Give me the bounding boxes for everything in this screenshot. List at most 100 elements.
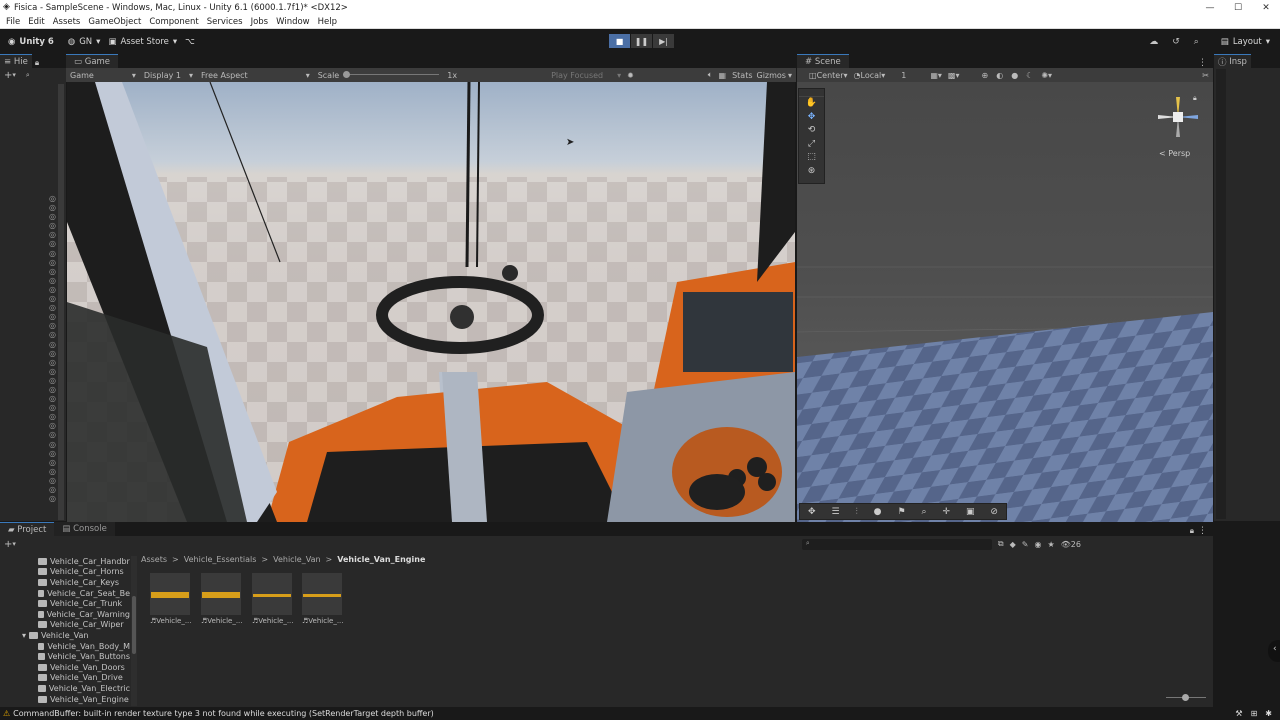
menu-services[interactable]: Services xyxy=(207,17,243,27)
folder-item[interactable]: Vehicle_Van_Doors xyxy=(20,662,130,673)
overlay-settings-icon[interactable]: ⊘ xyxy=(990,507,998,517)
menu-jobs[interactable]: Jobs xyxy=(251,17,269,27)
menu-gameobject[interactable]: GameObject xyxy=(88,17,141,27)
tab-scene[interactable]: # Scene xyxy=(797,54,849,68)
layout-dropdown[interactable]: ▤ Layout ▾ xyxy=(1221,37,1270,47)
folder-item[interactable]: Vehicle_Van_Body_M xyxy=(20,641,130,652)
filter-label-icon[interactable]: ◆ xyxy=(1010,540,1016,549)
audio-asset[interactable]: ♬Vehicle_... xyxy=(252,573,294,625)
thumbnail-size-handle[interactable] xyxy=(1182,694,1189,701)
tab-inspector[interactable]: ⓘ Insp xyxy=(1214,54,1251,68)
tree-scrollbar[interactable] xyxy=(131,556,137,706)
aspect-dropdown[interactable]: Free Aspect ▾ xyxy=(201,71,310,80)
overlay-graph-icon[interactable]: ⫶ xyxy=(855,507,857,517)
space-dropdown[interactable]: ◔Local▾ xyxy=(854,71,886,80)
audio-icon[interactable]: 🔈︎ xyxy=(708,70,713,80)
pivot-dropdown[interactable]: ◫Center▾ xyxy=(809,71,848,80)
scale-slider-handle[interactable] xyxy=(343,71,351,78)
tag-icon[interactable]: ✎ xyxy=(1022,540,1029,549)
gizmos-icon[interactable]: ✂ xyxy=(1202,71,1209,80)
overlay-search-icon[interactable]: ⌕ xyxy=(921,507,926,517)
chevron-down-icon[interactable]: ▾ xyxy=(22,631,26,640)
hierarchy-scrollbar[interactable] xyxy=(58,84,64,520)
folder-item[interactable]: Vehicle_Car_Horns xyxy=(20,567,130,578)
menu-file[interactable]: File xyxy=(6,17,20,27)
menu-help[interactable]: Help xyxy=(318,17,337,27)
stop-button[interactable]: ■ xyxy=(609,34,630,48)
breadcrumb-assets[interactable]: Assets xyxy=(141,555,167,564)
play-focused-dropdown[interactable]: Play Focused ▾ xyxy=(551,71,621,80)
breadcrumb-vehicle-van[interactable]: Vehicle_Van xyxy=(273,555,320,564)
add-icon[interactable]: + xyxy=(4,70,12,81)
project-search-input[interactable]: ⌕ xyxy=(801,538,992,550)
minimize-icon[interactable]: — xyxy=(1196,3,1224,13)
folder-item[interactable]: Vehicle_Car_Handbr xyxy=(20,556,130,567)
thumbnail-size-slider[interactable] xyxy=(1166,694,1206,701)
effects-icon[interactable]: ✺▾ xyxy=(1041,71,1052,80)
maximize-icon[interactable]: ☐ xyxy=(1224,3,1252,13)
eye-icon[interactable]: ◉ xyxy=(1034,540,1041,549)
more-options-icon[interactable]: ⋮ xyxy=(1198,58,1207,68)
tab-game[interactable]: ▭ Game xyxy=(66,54,119,68)
account-button[interactable]: ◍ GN ▾ xyxy=(68,37,101,47)
scale-tool-icon[interactable]: ⤢ xyxy=(799,138,824,152)
menu-assets[interactable]: Assets xyxy=(53,17,81,27)
scale-slider[interactable] xyxy=(343,70,440,80)
overlay-sphere-icon[interactable]: ● xyxy=(874,507,882,517)
folder-item[interactable]: Vehicle_Car_Warning xyxy=(20,609,130,620)
tab-console[interactable]: ▤ Console xyxy=(54,522,115,536)
status-message[interactable]: CommandBuffer: built-in render texture t… xyxy=(13,709,434,718)
overlay-pivot-icon[interactable]: ✛ xyxy=(942,507,950,517)
lighting-icon[interactable]: ☾ xyxy=(1026,71,1033,80)
folder-item[interactable]: ▾ Vehicle_Van xyxy=(20,630,130,641)
more-options-icon[interactable]: ⋮ xyxy=(1198,526,1207,536)
folder-item[interactable]: Vehicle_Car_Keys xyxy=(20,577,130,588)
pause-button[interactable]: ❚❚ xyxy=(631,34,652,48)
transform-tool-icon[interactable]: ⊛ xyxy=(799,165,824,179)
global-icon[interactable]: ⊕ xyxy=(982,71,989,80)
game-view[interactable]: ➤ xyxy=(67,82,795,522)
gizmos-button[interactable]: Gizmos xyxy=(757,71,786,80)
search-icon[interactable]: ⌕ xyxy=(1194,37,1199,47)
folder-item[interactable]: Vehicle_Van_Buttons xyxy=(20,651,130,662)
audio-asset[interactable]: ♬Vehicle_... xyxy=(201,573,243,625)
filter-type-icon[interactable]: ⧉ xyxy=(998,539,1004,549)
display-dropdown[interactable]: Display 1 ▾ xyxy=(144,71,193,80)
hand-tool-icon[interactable]: ✋ xyxy=(799,97,824,111)
folder-item[interactable]: Vehicle_Van_Engine xyxy=(20,694,130,705)
folder-item[interactable]: Vehicle_Car_Trunk xyxy=(20,598,130,609)
shading-wire-icon[interactable]: ◐ xyxy=(996,71,1003,80)
star-icon[interactable]: ★ xyxy=(1047,540,1054,549)
scene-view[interactable]: ✋ ✥ ⟲ ⤢ ⬚ ⊛ < Persp 🔒︎ ✥ ☰ ⫶ ● ⚑ ⌕ ✛ ▣ ⊘ xyxy=(797,82,1213,522)
folder-item[interactable]: Vehicle_Car_Seat_Be xyxy=(20,588,130,599)
shading-shaded-icon[interactable]: ● xyxy=(1011,71,1018,80)
folder-item[interactable]: Vehicle_Van_Electric xyxy=(20,683,130,694)
progress-icon[interactable]: ⚒ xyxy=(1235,709,1242,718)
history-icon[interactable]: ↺ xyxy=(1172,37,1180,47)
unity-button[interactable]: ◉ Unity 6 xyxy=(8,37,54,47)
menu-component[interactable]: Component xyxy=(149,17,198,27)
menu-window[interactable]: Window xyxy=(276,17,310,27)
lock-icon[interactable]: 🔒︎ xyxy=(1193,94,1197,103)
close-icon[interactable]: ✕ xyxy=(1252,3,1280,13)
grid-toggle-icon[interactable]: ▩▾ xyxy=(948,71,960,80)
stats-button[interactable]: Stats xyxy=(732,71,752,80)
game-mode-dropdown[interactable]: Game ▾ xyxy=(70,71,136,80)
perspective-label[interactable]: < Persp xyxy=(1159,149,1190,158)
tab-project[interactable]: ▰ Project xyxy=(0,522,55,536)
audio-asset[interactable]: ♬Vehicle_... xyxy=(302,573,344,625)
breadcrumb-vehicle-essentials[interactable]: Vehicle_Essentials xyxy=(184,555,257,564)
cloud-icon[interactable]: ☁ xyxy=(1149,37,1158,47)
overlay-move-icon[interactable]: ✥ xyxy=(808,507,816,517)
audio-asset[interactable]: ♬Vehicle_... xyxy=(150,573,192,625)
grid-icon[interactable]: ▦ xyxy=(719,71,727,80)
search-icon[interactable]: ⌕ xyxy=(26,71,30,80)
rect-tool-icon[interactable]: ⬚ xyxy=(799,151,824,165)
folder-item[interactable]: Vehicle_Car_Wiper xyxy=(20,620,130,631)
settings-gear-icon[interactable]: ✹ xyxy=(627,71,634,80)
version-control-icon[interactable]: ⌥ xyxy=(185,37,195,47)
move-tool-icon[interactable]: ✥ xyxy=(799,111,824,125)
tree-scrollbar-thumb[interactable] xyxy=(132,596,136,654)
step-button[interactable]: ▶| xyxy=(653,34,674,48)
asset-store-button[interactable]: ▣ Asset Store ▾ xyxy=(108,37,177,47)
